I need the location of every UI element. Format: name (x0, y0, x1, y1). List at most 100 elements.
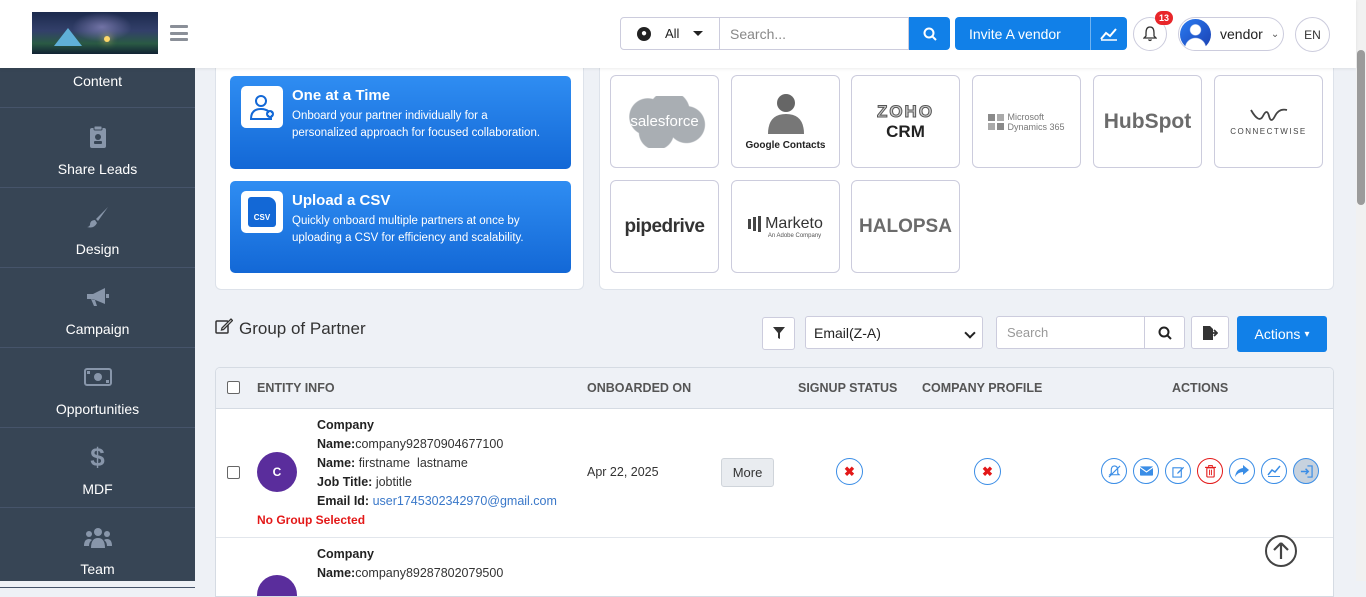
sidebar-item-team[interactable]: Team (0, 508, 195, 588)
global-search-input[interactable] (720, 17, 909, 50)
group-status: No Group Selected (257, 513, 366, 527)
global-search-button[interactable] (909, 17, 950, 50)
menu-toggle-icon[interactable] (170, 25, 188, 41)
sidebar-item-share-leads[interactable]: Share Leads (0, 108, 195, 188)
partner-table: ENTITY INFO ONBOARDED ON SIGNUP STATUS C… (215, 367, 1334, 597)
table-search-input[interactable]: Search (997, 317, 1144, 348)
zoho-crm-label: CRM (886, 121, 925, 141)
upload-csv-title: Upload a CSV (292, 192, 391, 209)
csv-icon-label: CSV (248, 197, 276, 227)
crm-connectwise[interactable]: CONNECTWISE (1214, 75, 1323, 168)
crm-zoho[interactable]: ZOHO CRM (851, 75, 960, 168)
crm-google-contacts[interactable]: Google Contacts (731, 75, 840, 168)
sidebar-item-opportunities[interactable]: Opportunities (0, 348, 195, 428)
upload-csv-card[interactable]: CSV Upload a CSV Quickly onboard multipl… (230, 181, 571, 273)
microsoft-logo-icon (988, 113, 1005, 130)
company-name: company89287802079500 (355, 566, 504, 580)
person-name: firstname lastname (358, 456, 468, 470)
team-icon (83, 523, 112, 551)
share-icon[interactable] (1229, 458, 1255, 484)
email-label: Email Id: (317, 494, 370, 508)
sidebar-item-label: Design (75, 241, 120, 257)
crm-integrations-card: salesforce Google Contacts ZOHO CRM Micr… (599, 68, 1334, 290)
select-all-checkbox[interactable] (227, 381, 240, 394)
table-search-button[interactable] (1144, 317, 1184, 348)
row-checkbox[interactable] (227, 466, 240, 479)
chevron-down-icon: ▾ (1304, 328, 1310, 340)
search-icon (1158, 326, 1172, 340)
analytics-icon[interactable] (1261, 458, 1287, 484)
sidebar-item-label: Opportunities (55, 401, 140, 417)
entity-info: Company Name:company89287802079500 (317, 545, 503, 583)
language-button[interactable]: EN (1295, 17, 1330, 52)
chevron-down-icon: ⌄ (1270, 28, 1280, 40)
main-content: One at a Time Onboard your partner indiv… (195, 68, 1356, 597)
invite-vendor-label: Invite A vendor (969, 25, 1061, 42)
page-scrollbar[interactable] (1356, 0, 1366, 581)
search-scope-select[interactable]: ● All (620, 17, 720, 50)
csv-file-icon: CSV (241, 191, 283, 233)
brand-logo[interactable] (32, 12, 158, 54)
crm-hubspot[interactable]: HubSpot (1093, 75, 1202, 168)
company-profile-icon[interactable]: ✖ (974, 458, 1001, 485)
bell-icon (1143, 26, 1157, 42)
sidebar-item-campaign[interactable]: Campaign (0, 268, 195, 348)
header-entity-info: ENTITY INFO (257, 381, 335, 395)
crm-dynamics[interactable]: Microsoft Dynamics 365 (972, 75, 1081, 168)
filter-icon (772, 327, 785, 339)
add-user-icon (241, 86, 283, 128)
search-scope-label: All (665, 26, 680, 41)
user-menu[interactable]: vendor ⌄ (1178, 17, 1284, 51)
crm-halopsa[interactable]: HALOPSA (851, 180, 960, 273)
edit-icon[interactable] (1165, 458, 1191, 484)
header-actions: ACTIONS (1172, 381, 1229, 395)
table-row: Company Name:company89287802079500 (216, 539, 1333, 596)
sidebar-item-label: Campaign (65, 321, 130, 337)
connectwise-logo-icon (1249, 108, 1287, 121)
sort-select[interactable]: Email(Z-A) (805, 316, 983, 349)
crm-pipedrive[interactable]: pipedrive (610, 180, 719, 273)
login-as-icon[interactable] (1293, 458, 1319, 484)
person-name-label: Name: (317, 456, 356, 470)
entity-info: Company Name:company92870904677100 Name:… (317, 416, 557, 511)
email-icon[interactable] (1133, 458, 1159, 484)
crm-salesforce[interactable]: salesforce (610, 75, 719, 168)
scrollbar-thumb[interactable] (1357, 50, 1365, 205)
one-at-a-time-card[interactable]: One at a Time Onboard your partner indiv… (230, 76, 571, 169)
one-at-a-time-title: One at a Time (292, 87, 391, 104)
bell-off-icon[interactable] (1101, 458, 1127, 484)
header-company-profile: COMPANY PROFILE (922, 381, 1043, 395)
sidebar-item-design[interactable]: Design (0, 188, 195, 268)
email-link[interactable]: user1745302342970@gmail.com (373, 494, 557, 508)
google-contacts-label: Google Contacts (745, 140, 826, 151)
salesforce-logo: salesforce (621, 95, 708, 148)
caret-down-icon (693, 31, 704, 36)
upload-csv-desc: Quickly onboard multiple partners at onc… (292, 215, 524, 244)
avatar: C (257, 452, 297, 492)
zoho-logo: ZOHO (876, 101, 935, 121)
dynamics-label-1: Microsoft (1007, 111, 1044, 122)
more-button[interactable]: More (721, 458, 774, 487)
dynamics-label-2: Dynamics 365 (1007, 121, 1065, 132)
sort-value: Email(Z-A) (814, 324, 881, 341)
invite-vendor-button[interactable]: Invite A vendor (955, 17, 1127, 50)
sidebar-item-content[interactable]: Content (0, 68, 195, 108)
analytics-chart-icon[interactable] (1090, 17, 1127, 50)
company-name: company92870904677100 (355, 437, 504, 451)
brush-icon (86, 203, 110, 231)
table-row: C Company Name:company92870904677100 Nam… (216, 409, 1333, 538)
export-button[interactable] (1191, 316, 1229, 349)
sidebar-item-mdf[interactable]: $ MDF (0, 428, 195, 508)
filter-button[interactable] (762, 317, 795, 350)
onboarded-date: Apr 22, 2025 (587, 465, 659, 479)
edit-icon[interactable] (215, 318, 234, 339)
actions-dropdown-button[interactable]: Actions ▾ (1237, 316, 1327, 352)
search-icon (923, 27, 937, 41)
notification-count-badge: 13 (1155, 11, 1173, 25)
delete-icon[interactable] (1197, 458, 1223, 484)
crm-marketo[interactable]: Marketo An Adobe Company (731, 180, 840, 273)
halopsa-logo: HALOPSA (859, 215, 952, 237)
section-title: Group of Partner (239, 318, 366, 338)
pipedrive-logo: pipedrive (624, 215, 705, 237)
scroll-to-top-button[interactable] (1265, 535, 1297, 567)
